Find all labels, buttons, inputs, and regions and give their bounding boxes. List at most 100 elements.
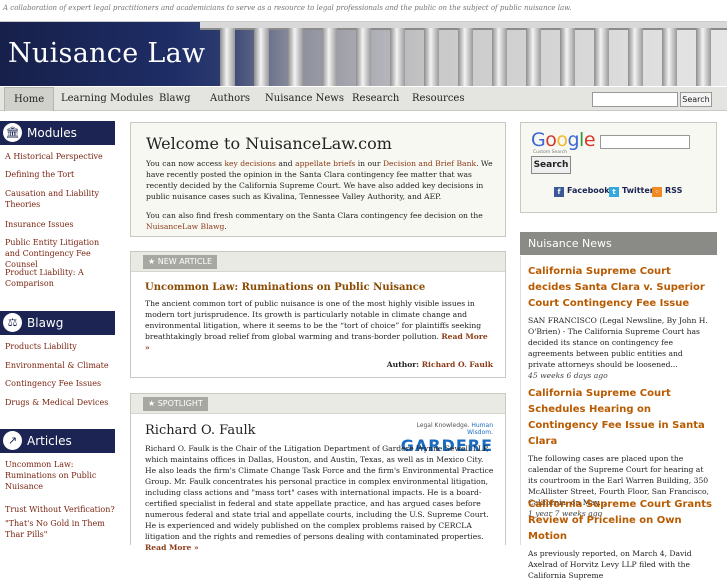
column-shape xyxy=(526,28,541,86)
spotlight-name: Richard O. Faulk xyxy=(145,423,256,438)
modules-heading: 🏛 Modules xyxy=(0,121,115,145)
twitter-link[interactable]: t Twitter xyxy=(609,186,654,197)
google-search-input[interactable] xyxy=(600,135,690,149)
author-link[interactable]: Richard O. Faulk xyxy=(422,360,493,369)
appellate-briefs-link[interactable]: appellate briefs xyxy=(295,159,355,168)
column-shape xyxy=(560,28,575,86)
text: You can now access xyxy=(146,159,225,168)
spotlight-header-strip: ★ SPOTLIGHT xyxy=(131,394,505,414)
article-header-strip: ★ NEW ARTICLE xyxy=(131,252,505,272)
left-sidebar: 🏛 Modules A Historical Perspective Defini… xyxy=(0,119,124,545)
nav-tab-home[interactable]: Home xyxy=(4,87,55,111)
blawg-heading: ⚖ Blawg xyxy=(0,311,115,335)
welcome-box: Welcome to NuisanceLaw.com You can now a… xyxy=(130,122,506,237)
facebook-link[interactable]: f Facebook xyxy=(554,186,610,197)
news-item: California Supreme Court Grants Review o… xyxy=(528,497,712,581)
logo-tagline: Legal Knowledge. xyxy=(416,422,472,429)
social-label: RSS xyxy=(665,186,683,195)
welcome-paragraph-1: You can now access key decisions and app… xyxy=(146,158,496,202)
logo-tagline-accent: Human Wisdom. xyxy=(467,422,493,436)
news-age: 45 weeks 6 days ago xyxy=(528,371,608,380)
news-item: California Supreme Court decides Santa C… xyxy=(528,264,712,381)
module-link[interactable]: Product Liability: A Comparison xyxy=(5,267,115,289)
module-link[interactable]: Defining the Tort xyxy=(5,169,115,180)
nav-tab-resources[interactable]: Resources xyxy=(412,87,464,111)
news-title-link[interactable]: California Supreme Court Grants Review o… xyxy=(528,497,712,545)
article-link[interactable]: Trust Without Verification? xyxy=(5,504,115,515)
welcome-title: Welcome to NuisanceLaw.com xyxy=(146,134,392,153)
text: . xyxy=(224,222,227,231)
text: You can also find fresh commentary on th… xyxy=(146,211,483,220)
column-shape xyxy=(594,28,609,86)
news-title-link[interactable]: California Supreme Court Schedules Heari… xyxy=(528,386,712,450)
column-shape xyxy=(492,28,507,86)
blawg-link[interactable]: Drugs & Medical Devices xyxy=(5,397,115,408)
column-shape xyxy=(220,28,235,86)
column-shape xyxy=(662,28,677,86)
header-banner: Nuisance Law xyxy=(0,22,727,86)
new-article-box: ★ NEW ARTICLE Uncommon Law: Ruminations … xyxy=(130,251,506,378)
nuisance-news-heading: Nuisance News xyxy=(520,232,717,255)
nuisance-news-list: California Supreme Court decides Santa C… xyxy=(520,256,717,580)
nav-tab-blawg[interactable]: Blawg xyxy=(159,87,190,111)
welcome-paragraph-2: You can also find fresh commentary on th… xyxy=(146,210,496,232)
column-shape xyxy=(322,28,337,86)
module-link[interactable]: A Historical Perspective xyxy=(5,151,115,162)
article-link[interactable]: Uncommon Law: Ruminations on Public Nuis… xyxy=(5,459,115,492)
column-shape xyxy=(288,28,303,86)
google-search-button[interactable]: Search xyxy=(531,156,571,174)
article-link[interactable]: "That's No Gold in Them Thar Pills" xyxy=(5,518,115,540)
blawg-link[interactable]: Contingency Fee Issues xyxy=(5,378,115,389)
article-author: Author: Richard O. Faulk xyxy=(387,360,493,369)
blawg-link[interactable]: Products Liability xyxy=(5,341,115,352)
nav-tab-authors[interactable]: Authors xyxy=(210,87,250,111)
arrow-icon: ↗ xyxy=(3,431,22,450)
column-shape xyxy=(458,28,473,86)
blawg-link[interactable]: NuisanceLaw Blawg xyxy=(146,222,224,231)
column-shape xyxy=(254,28,269,86)
twitter-icon: t xyxy=(609,187,619,197)
courthouse-columns-image xyxy=(200,22,727,86)
search-input[interactable] xyxy=(592,92,678,107)
spotlight-box: ★ SPOTLIGHT Richard O. Faulk Legal Knowl… xyxy=(130,393,506,552)
news-summary: SAN FRANCISCO (Legal Newsline, By John H… xyxy=(528,316,708,369)
rss-link[interactable]: ◦ RSS xyxy=(652,186,682,197)
rss-icon: ◦ xyxy=(652,187,662,197)
site-title[interactable]: Nuisance Law xyxy=(8,38,205,69)
new-article-badge: ★ NEW ARTICLE xyxy=(143,255,217,269)
tagline: A collaboration of expert legal practiti… xyxy=(3,4,572,12)
nav-tab-learning-modules[interactable]: Learning Modules xyxy=(61,87,153,111)
decision-brief-bank-link[interactable]: Decision and Brief Bank xyxy=(383,159,476,168)
article-body: The ancient common tort of public nuisan… xyxy=(145,298,495,353)
module-link[interactable]: Insurance Issues xyxy=(5,219,115,230)
spotlight-body: Richard O. Faulk is the Chair of the Lit… xyxy=(145,443,495,553)
articles-heading: ↗ Articles xyxy=(0,429,115,453)
social-label: Facebook xyxy=(567,186,610,195)
column-shape xyxy=(390,28,405,86)
column-shape xyxy=(628,28,643,86)
article-title[interactable]: Uncommon Law: Ruminations on Public Nuis… xyxy=(145,282,425,293)
text: in our xyxy=(355,159,383,168)
scales-icon: ⚖ xyxy=(3,313,22,332)
google-search-box: Google Custom Search Search f Facebook t Tw… xyxy=(520,122,717,213)
spotlight-read-more-link[interactable]: Read More » xyxy=(145,543,199,552)
blawg-link[interactable]: Environmental & Climate xyxy=(5,360,115,371)
module-link[interactable]: Causation and Liability Theories xyxy=(5,188,115,210)
news-summary: As previously reported, on March 4, Davi… xyxy=(528,549,692,580)
column-shape xyxy=(696,28,711,86)
nav-tab-nuisance-news[interactable]: Nuisance News xyxy=(265,87,344,111)
search-button[interactable]: Search xyxy=(680,92,712,107)
nav-tab-research[interactable]: Research xyxy=(352,87,399,111)
module-link[interactable]: Public Entity Litigation and Contingency… xyxy=(5,237,115,270)
text: The ancient common tort of public nuisan… xyxy=(145,299,482,341)
blawg-title: Blawg xyxy=(27,316,64,330)
author-label: Author: xyxy=(386,360,420,369)
news-title-link[interactable]: California Supreme Court decides Santa C… xyxy=(528,264,712,312)
spotlight-badge: ★ SPOTLIGHT xyxy=(143,397,208,411)
column-shape xyxy=(356,28,371,86)
key-decisions-link[interactable]: key decisions xyxy=(224,159,276,168)
column-shape xyxy=(424,28,439,86)
tagline-bar: A collaboration of expert legal practiti… xyxy=(0,0,727,22)
google-logo: Google xyxy=(531,129,596,151)
articles-title: Articles xyxy=(27,434,72,448)
